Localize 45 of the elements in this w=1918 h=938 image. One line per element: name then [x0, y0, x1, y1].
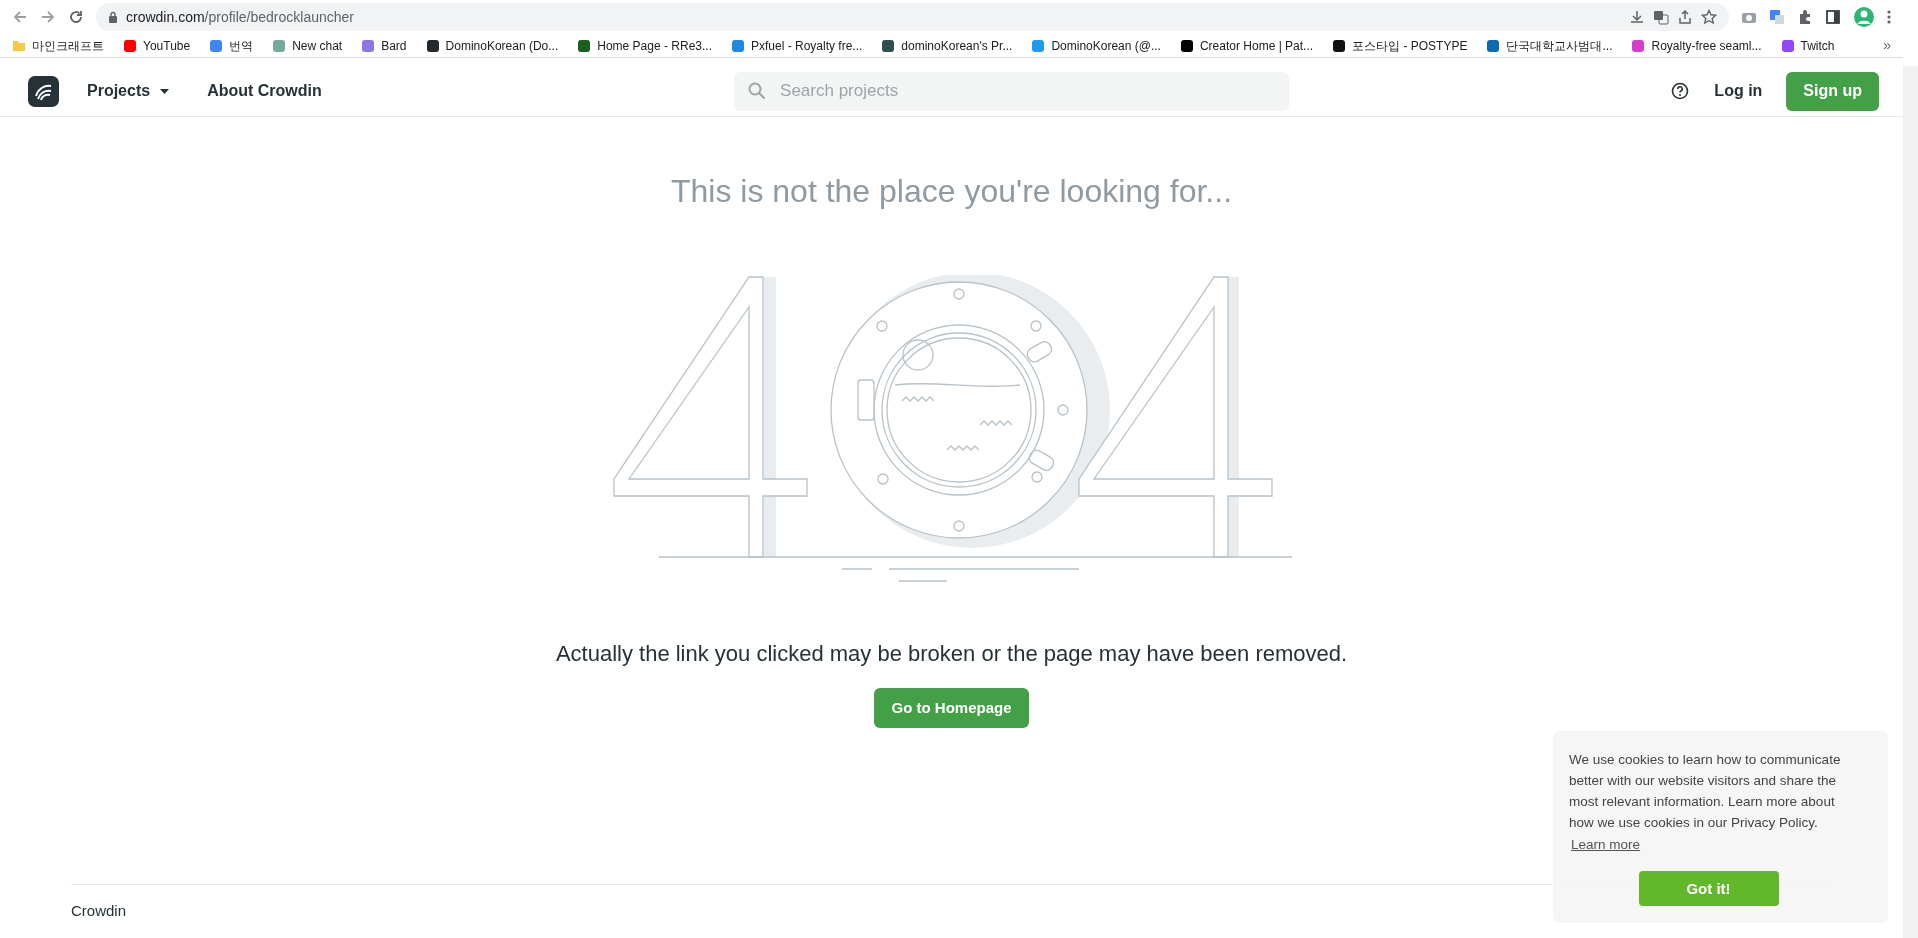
cookie-text: We use cookies to learn how to communicate better with our website visitors and share the most relevant information. Learn more about how we use cookies in our Privacy Policy. — [1569, 751, 1842, 832]
menu-icon[interactable] — [1887, 9, 1891, 25]
page-heading: This is not the place you're looking for... — [670, 172, 1233, 211]
nav-link[interactable]: About Crowdin — [207, 79, 322, 103]
translate-extension-icon[interactable] — [1769, 9, 1785, 25]
lock-icon — [108, 11, 118, 23]
url-text: crowdin.com/profile/bedrocklauncher — [126, 7, 354, 27]
bookmark[interactable]: Creator Home | Pat... — [1179, 36, 1314, 55]
nav-link[interactable]: Projects — [87, 79, 170, 103]
forward-icon[interactable] — [40, 9, 56, 25]
error-message: Actually the link you clicked may be broken or the page may have been removed. — [555, 640, 1348, 668]
bookmark[interactable]: DominoKorean (@... — [1031, 36, 1161, 55]
avatar-icon[interactable] — [1853, 6, 1875, 28]
bookmark[interactable]: Twitch — [1780, 36, 1835, 55]
footer-brand: Crowdin — [71, 901, 127, 922]
bookmark[interactable]: 단국대학교사범대... — [1486, 36, 1613, 55]
translate-icon[interactable] — [1653, 9, 1669, 25]
star-icon[interactable] — [1701, 9, 1717, 25]
search-icon — [748, 81, 767, 100]
bookmark[interactable]: DominoKorean (Do... — [425, 36, 559, 55]
sidebar-icon[interactable] — [1825, 9, 1841, 25]
reload-icon[interactable] — [68, 9, 84, 25]
bookmark[interactable]: YouTube — [123, 36, 191, 55]
bookmark[interactable]: Home Page - RRe3... — [577, 36, 712, 55]
login-link[interactable]: Log in — [1714, 79, 1763, 103]
bookmark[interactable]: New chat — [272, 36, 343, 55]
bookmark[interactable]: dominoKorean's Pr... — [881, 36, 1013, 55]
back-icon[interactable] — [12, 9, 28, 25]
bookmark[interactable]: 마인크래프트 — [12, 36, 104, 55]
download-icon[interactable] — [1629, 9, 1645, 25]
puzzle-icon[interactable] — [1797, 9, 1813, 25]
scrollbar[interactable] — [1903, 66, 1918, 938]
crowdin-logo[interactable] — [28, 75, 59, 107]
learn-more-link[interactable]: Learn more — [1571, 835, 1641, 856]
address-bar[interactable]: crowdin.com/profile/bedrocklauncher — [96, 3, 1729, 31]
bookmark[interactable]: Bard — [361, 36, 407, 55]
bookmark[interactable]: 번역 — [209, 36, 254, 55]
help-icon[interactable] — [1671, 82, 1690, 100]
more-bookmarks-button[interactable]: » — [1883, 35, 1891, 56]
share-icon[interactable] — [1677, 9, 1693, 25]
caret-icon — [160, 88, 170, 94]
bookmark[interactable]: Pxfuel - Royalty fre... — [731, 36, 863, 55]
bookmark[interactable]: Royalty-free seaml... — [1631, 36, 1762, 55]
bookmark[interactable]: 포스타입 - POSTYPE — [1332, 36, 1468, 55]
search-field[interactable]: Search projects — [734, 71, 1290, 111]
